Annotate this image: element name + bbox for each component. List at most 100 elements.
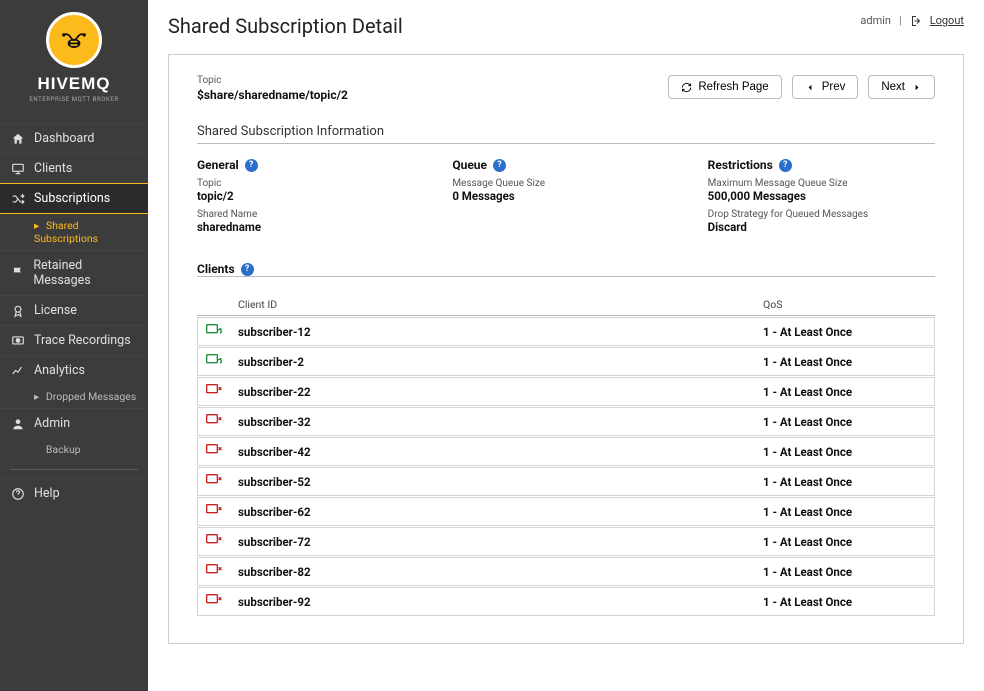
nav-label: Clients	[34, 161, 72, 176]
chevron-right-icon: ▸	[34, 219, 39, 232]
restrictions-max-label: Maximum Message Queue Size	[708, 178, 935, 189]
help-icon[interactable]: ?	[241, 263, 254, 276]
nav-backup[interactable]: ▸ Backup	[0, 438, 148, 461]
client-row[interactable]: subscriber-221 - At Least Once	[197, 377, 935, 406]
arrow-left-icon	[805, 82, 816, 93]
client-qos-cell: 1 - At Least Once	[755, 407, 935, 436]
nav-shared-subscriptions[interactable]: ▸ Shared Subscriptions	[0, 214, 148, 250]
restrictions-drop-label: Drop Strategy for Queued Messages	[708, 209, 935, 220]
client-qos-cell: 1 - At Least Once	[755, 467, 935, 496]
nav-license[interactable]: License	[0, 295, 148, 325]
client-id-cell: subscriber-92	[230, 587, 755, 616]
client-offline-icon	[206, 534, 222, 546]
client-row[interactable]: subscriber-821 - At Least Once	[197, 557, 935, 586]
queue-size-label: Message Queue Size	[452, 178, 679, 189]
logout-icon	[910, 15, 922, 27]
user-box: admin | Logout	[860, 14, 964, 27]
shuffle-icon	[10, 192, 26, 206]
nav-help[interactable]: Help	[0, 478, 148, 508]
client-offline-icon	[206, 564, 222, 576]
nav-trace-recordings[interactable]: Trace Recordings	[0, 325, 148, 355]
client-id-cell: subscriber-22	[230, 377, 755, 406]
brand-tagline: ENTERPRISE MQTT BROKER	[0, 96, 148, 103]
page-title: Shared Subscription Detail	[168, 14, 403, 38]
nav-label: Retained Messages	[33, 258, 138, 288]
client-qos-cell: 1 - At Least Once	[755, 587, 935, 616]
client-qos-cell: 1 - At Least Once	[755, 557, 935, 586]
client-row[interactable]: subscriber-921 - At Least Once	[197, 587, 935, 616]
client-id-cell: subscriber-82	[230, 557, 755, 586]
client-id-cell: subscriber-42	[230, 437, 755, 466]
client-online-icon	[206, 354, 222, 366]
button-label: Refresh Page	[698, 81, 768, 93]
client-qos-cell: 1 - At Least Once	[755, 347, 935, 376]
queue-heading: Queue	[452, 158, 487, 172]
nav-label: Backup	[46, 443, 81, 456]
nav-label: Dropped Messages	[46, 390, 136, 403]
main-nav: Dashboard Clients Subscriptions ▸ Shared…	[0, 123, 148, 508]
general-topic-value: topic/2	[197, 189, 424, 203]
client-id-cell: subscriber-52	[230, 467, 755, 496]
logout-link[interactable]: Logout	[930, 14, 964, 27]
nav-label: Trace Recordings	[34, 333, 131, 348]
client-qos-cell: 1 - At Least Once	[755, 527, 935, 556]
user-icon	[10, 417, 26, 431]
clients-heading: Clients	[197, 262, 235, 276]
nav-analytics[interactable]: Analytics	[0, 355, 148, 385]
client-qos-cell: 1 - At Least Once	[755, 377, 935, 406]
col-qos: QoS	[755, 292, 935, 316]
section-info-title: Shared Subscription Information	[197, 124, 935, 139]
refresh-button[interactable]: Refresh Page	[668, 75, 781, 99]
nav-subscriptions[interactable]: Subscriptions	[0, 183, 148, 214]
nav-label: Analytics	[34, 363, 85, 378]
client-row[interactable]: subscriber-721 - At Least Once	[197, 527, 935, 556]
client-row[interactable]: subscriber-621 - At Least Once	[197, 497, 935, 526]
chevron-right-icon: ▸	[34, 390, 39, 403]
button-label: Prev	[822, 81, 846, 93]
flag-icon	[10, 266, 25, 280]
topic-label: Topic	[197, 75, 348, 86]
client-id-cell: subscriber-32	[230, 407, 755, 436]
restrictions-section: Restrictions? Maximum Message Queue Size…	[708, 158, 935, 234]
client-row[interactable]: subscriber-121 - At Least Once	[197, 317, 935, 346]
nav-clients[interactable]: Clients	[0, 153, 148, 183]
nav-admin[interactable]: Admin	[0, 408, 148, 438]
general-heading: General	[197, 158, 239, 172]
nav-label: Dashboard	[34, 131, 94, 146]
sidebar: HIVEMQ ENTERPRISE MQTT BROKER Dashboard …	[0, 0, 148, 691]
ribbon-icon	[10, 304, 26, 318]
clients-table: Client ID QoS subscriber-121 - At Least …	[197, 291, 935, 617]
separator: |	[899, 14, 902, 27]
client-row[interactable]: subscriber-421 - At Least Once	[197, 437, 935, 466]
client-online-icon	[206, 324, 222, 336]
col-client-id: Client ID	[230, 292, 755, 316]
brand-name: HIVEMQ	[0, 74, 148, 94]
client-row[interactable]: subscriber-21 - At Least Once	[197, 347, 935, 376]
client-row[interactable]: subscriber-321 - At Least Once	[197, 407, 935, 436]
client-offline-icon	[206, 504, 222, 516]
general-sharedname-value: sharedname	[197, 220, 424, 234]
nav-dropped-messages[interactable]: ▸ Dropped Messages	[0, 385, 148, 408]
client-qos-cell: 1 - At Least Once	[755, 317, 935, 346]
client-offline-icon	[206, 414, 222, 426]
restrictions-heading: Restrictions	[708, 158, 773, 172]
queue-section: Queue? Message Queue Size 0 Messages	[452, 158, 679, 234]
client-row[interactable]: subscriber-521 - At Least Once	[197, 467, 935, 496]
restrictions-drop-value: Discard	[708, 220, 935, 234]
nav-label: Help	[34, 486, 60, 501]
help-icon[interactable]: ?	[493, 159, 506, 172]
refresh-icon	[681, 82, 692, 93]
client-qos-cell: 1 - At Least Once	[755, 497, 935, 526]
queue-size-value: 0 Messages	[452, 189, 679, 203]
nav-dashboard[interactable]: Dashboard	[0, 123, 148, 153]
next-button[interactable]: Next	[868, 75, 935, 99]
topic-value: $share/sharedname/topic/2	[197, 88, 348, 102]
nav-retained-messages[interactable]: Retained Messages	[0, 250, 148, 295]
prev-button[interactable]: Prev	[792, 75, 859, 99]
home-icon	[10, 132, 26, 146]
client-offline-icon	[206, 384, 222, 396]
help-icon[interactable]: ?	[779, 159, 792, 172]
client-id-cell: subscriber-12	[230, 317, 755, 346]
help-icon[interactable]: ?	[245, 159, 258, 172]
main-content: Shared Subscription Detail admin | Logou…	[148, 0, 984, 691]
